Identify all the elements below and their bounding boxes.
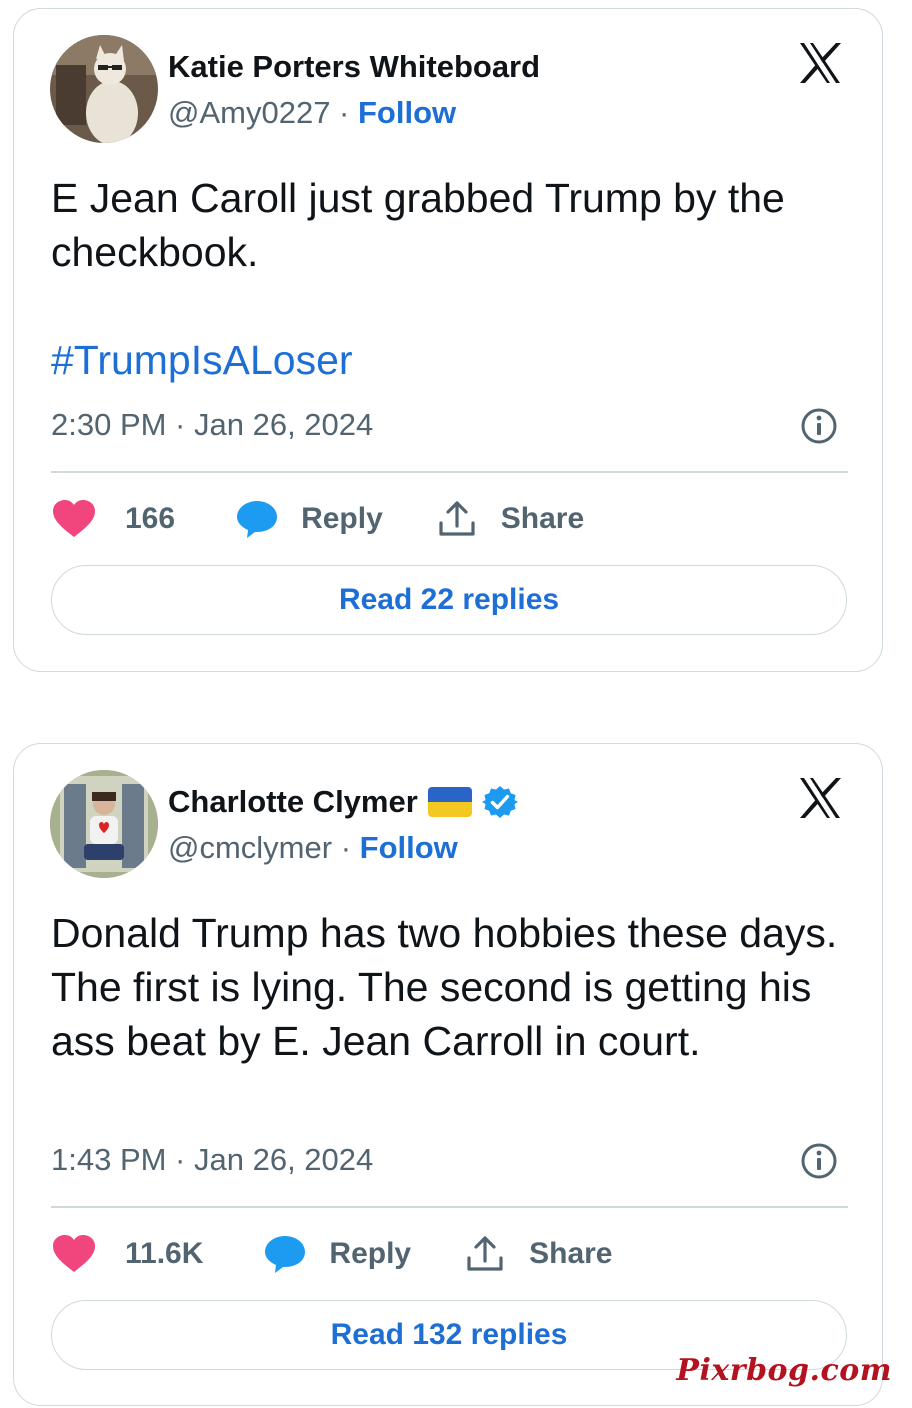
- follow-button[interactable]: Follow: [358, 95, 456, 130]
- verified-badge-icon[interactable]: [481, 784, 518, 820]
- reply-bubble-icon: [237, 501, 278, 538]
- reply-label: Reply: [329, 1237, 412, 1270]
- tweet-body: E Jean Caroll just grabbed Trump by the …: [51, 175, 785, 275]
- like-count: 166: [125, 502, 176, 535]
- author-handle[interactable]: @Amy0227: [168, 95, 330, 130]
- tweet-text: E Jean Caroll just grabbed Trump by the …: [51, 171, 861, 387]
- action-bar: 166 Reply Share: [51, 499, 584, 539]
- tweet-text: Donald Trump has two hobbies these days.…: [51, 906, 861, 1068]
- tweet-body: Donald Trump has two hobbies these days.…: [51, 910, 838, 1064]
- share-icon: [439, 501, 475, 536]
- read-replies-label: Read 132 replies: [330, 1318, 568, 1351]
- author-name[interactable]: Charlotte Clymer: [168, 784, 418, 820]
- avatar[interactable]: [50, 35, 158, 143]
- share-icon: [467, 1236, 503, 1271]
- reply-button[interactable]: Reply: [263, 1234, 411, 1274]
- timestamp[interactable]: 2:30 PM · Jan 26, 2024: [51, 407, 373, 443]
- x-logo-icon[interactable]: [796, 774, 844, 822]
- author-name[interactable]: Katie Porters Whiteboard: [168, 49, 540, 85]
- follow-button[interactable]: Follow: [360, 830, 458, 865]
- share-label: Share: [529, 1237, 613, 1270]
- avatar[interactable]: [50, 770, 158, 878]
- like-button[interactable]: 11.6K: [51, 1234, 203, 1274]
- info-icon[interactable]: [800, 1142, 838, 1180]
- divider: [51, 471, 848, 473]
- read-replies-label: Read 22 replies: [338, 583, 560, 616]
- like-count: 11.6K: [125, 1237, 204, 1270]
- ukraine-flag-icon: [427, 787, 472, 817]
- watermark: Pixrbog.com: [676, 1353, 892, 1388]
- reply-label: Reply: [301, 502, 383, 535]
- read-replies-button[interactable]: Read 22 replies: [51, 565, 847, 635]
- x-logo-icon[interactable]: [796, 39, 844, 87]
- separator: ·: [330, 95, 358, 130]
- separator: ·: [332, 830, 360, 865]
- action-bar: 11.6K Reply Share: [51, 1234, 613, 1274]
- tweet-card[interactable]: Charlotte Clymer @cmclymer · Follow Dona…: [13, 743, 883, 1406]
- heart-icon: [53, 1235, 95, 1272]
- share-button[interactable]: Share: [465, 1234, 613, 1274]
- heart-icon: [53, 500, 95, 537]
- like-button[interactable]: 166: [51, 499, 175, 539]
- author-handle[interactable]: @cmclymer: [168, 830, 332, 865]
- share-label: Share: [500, 502, 585, 535]
- info-icon[interactable]: [800, 407, 838, 445]
- divider: [51, 1206, 848, 1208]
- reply-button[interactable]: Reply: [235, 499, 383, 539]
- timestamp[interactable]: 1:43 PM · Jan 26, 2024: [51, 1142, 373, 1178]
- share-button[interactable]: Share: [437, 499, 584, 539]
- reply-bubble-icon: [265, 1236, 306, 1273]
- tweet-card[interactable]: Katie Porters Whiteboard @Amy0227 · Foll…: [13, 8, 883, 672]
- hashtag-link[interactable]: #TrumpIsALoser: [51, 333, 861, 387]
